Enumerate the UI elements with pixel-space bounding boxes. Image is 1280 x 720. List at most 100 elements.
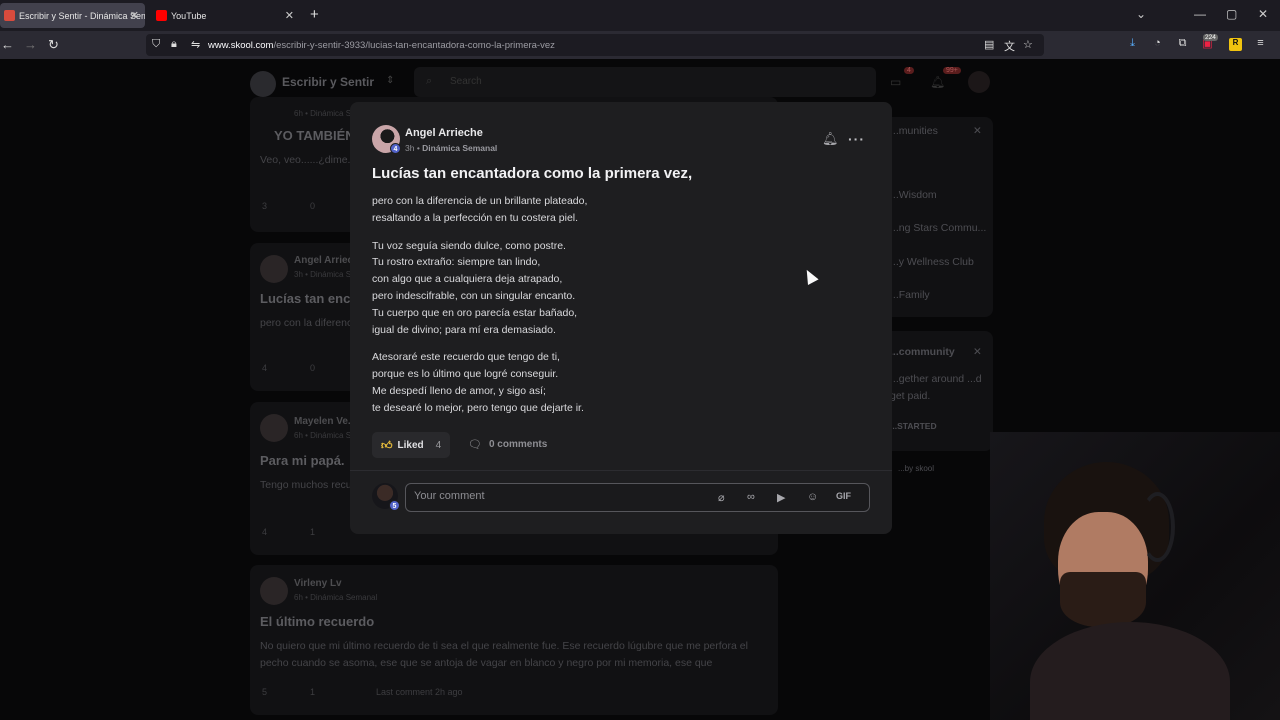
post-meta: 6h • Dinámica Semanal <box>294 593 378 602</box>
post-meta: 3h • Dinámica Semanal <box>405 143 498 153</box>
post-title[interactable]: Para mi papá. <box>260 453 345 468</box>
communities-header: ...munities <box>890 125 938 137</box>
follow-bell-icon[interactable]: 🔔︎ <box>822 131 839 147</box>
post-title[interactable]: El último recuerdo <box>260 614 374 629</box>
browser-nav-bar: ← → ↻ ⛉ 🔒︎ ⇋ www.skool.com/escribir-y-se… <box>0 31 1280 59</box>
commenter-level-badge: 5 <box>389 500 400 511</box>
translate-icon[interactable]: 文 <box>1004 38 1015 54</box>
list-tabs-icon[interactable]: ⌄ <box>1136 7 1146 21</box>
notification-badge: 99+ <box>943 67 961 74</box>
downloads-icon[interactable]: ⤓ <box>1126 37 1139 50</box>
reload-icon[interactable]: ↻ <box>48 37 59 53</box>
comment-box[interactable]: ⌀ ∞ ▶ ☺ GIF <box>405 483 870 512</box>
get-started-button[interactable]: ...STARTED <box>890 421 937 431</box>
new-tab-icon[interactable]: + <box>310 6 319 23</box>
community-item[interactable]: ...Family <box>890 289 930 301</box>
webcam-body <box>1030 622 1230 720</box>
post-comments[interactable]: 1 <box>310 527 315 537</box>
post-modal: 4 Angel Arrieche 3h • Dinámica Semanal 🔔… <box>350 102 892 534</box>
url-text: www.skool.com/escribir-y-sentir-3933/luc… <box>208 40 555 51</box>
post-likes[interactable]: 3 <box>262 201 267 211</box>
notification-bell-icon[interactable]: 🔔︎ <box>930 75 945 89</box>
comments-button[interactable]: 🗨︎ 0 comments <box>468 438 547 451</box>
community-item[interactable]: ...Wisdom <box>890 189 937 201</box>
post-author[interactable]: Mayelen Ve... <box>294 416 356 427</box>
gif-button[interactable]: GIF <box>836 491 851 501</box>
bookmark-star-icon[interactable]: ☆ <box>1023 38 1033 51</box>
headphones-icon <box>1140 492 1175 562</box>
url-bar[interactable]: ⛉ 🔒︎ ⇋ www.skool.com/escribir-y-sentir-3… <box>146 34 1044 56</box>
post-comments[interactable]: 1 <box>310 687 315 697</box>
like-button[interactable]: 👍︎ Liked 4 <box>372 432 451 458</box>
extension-r-icon[interactable]: R <box>1229 38 1242 51</box>
comment-input[interactable] <box>414 490 704 502</box>
stanza: Tu voz seguía siendo dulce, como postre.… <box>372 238 852 339</box>
like-count[interactable]: 4 <box>436 440 442 451</box>
promo-title: ...community <box>890 346 955 358</box>
community-item[interactable]: ...ng Stars Commu... <box>890 222 986 234</box>
youtube-icon[interactable]: ▶ <box>777 491 785 504</box>
poem-line: Atesoraré este recuerdo que tengo de ti, <box>372 351 560 364</box>
post-title: Lucías tan encantadora como la primera v… <box>372 165 693 182</box>
maximize-icon[interactable]: ▢ <box>1226 7 1237 21</box>
post-likes[interactable]: 5 <box>262 687 267 697</box>
menu-icon[interactable]: ≡ <box>1254 37 1267 50</box>
poem-line: pero con la diferencia de un brillante p… <box>372 195 588 207</box>
chat-icon[interactable]: ▭ <box>890 75 901 89</box>
shield-icon[interactable]: ⛉ <box>152 38 160 51</box>
post-likes[interactable]: 4 <box>262 527 267 537</box>
extension-clock-icon[interactable]: ◔ <box>1151 37 1164 50</box>
tab-title: Escribir y Sentir - Dinámica Sem <box>19 10 145 21</box>
forward-icon[interactable]: → <box>24 37 37 52</box>
post-category[interactable]: Dinámica Semanal <box>422 143 497 153</box>
post-body: pero con la diferencia de un brillante p… <box>372 193 852 428</box>
search-icon: ⌕ <box>426 75 433 87</box>
powered-by-skool[interactable]: ...by skool <box>898 464 934 473</box>
like-label: Liked <box>397 439 424 451</box>
poem-line: Tu rostro extraño: siempre tan lindo, <box>372 256 541 269</box>
stanza: Atesoraré este recuerdo que tengo de ti,… <box>372 349 852 416</box>
back-icon[interactable]: ← <box>1 37 14 52</box>
poem-line: pero indescifrable, con un singular enca… <box>372 289 576 302</box>
post-author[interactable]: Virleny Lv <box>294 578 342 589</box>
close-tab-icon[interactable]: ✕ <box>130 9 139 22</box>
poem-line: porque es lo último que logré conseguir. <box>372 368 559 381</box>
tab-youtube[interactable]: YouTube ✕ <box>152 3 300 28</box>
post-author[interactable]: Angel Arrieche <box>405 127 483 139</box>
switch-community-icon[interactable]: ⇕ <box>386 75 394 86</box>
link-icon[interactable]: ∞ <box>747 491 755 503</box>
post-time: 3h <box>405 143 415 153</box>
permissions-icon[interactable]: ⇋ <box>191 38 200 51</box>
search-bar[interactable]: ⌕ Search <box>414 67 876 97</box>
author-avatar <box>260 414 288 442</box>
comment-bubble-icon: 🗨︎ <box>468 439 482 451</box>
poem-line: Tu voz seguía siendo dulce, como postre. <box>372 239 566 252</box>
post-comments[interactable]: 0 <box>310 201 315 211</box>
post-card[interactable]: Virleny Lv 6h • Dinámica Semanal El últi… <box>250 565 778 715</box>
user-avatar[interactable] <box>968 71 990 93</box>
close-icon[interactable]: ✕ <box>973 125 982 137</box>
minimize-icon[interactable]: — <box>1194 7 1206 21</box>
browser-tab-bar: Escribir y Sentir - Dinámica Sem ✕ YouTu… <box>0 0 1280 31</box>
post-likes[interactable]: 4 <box>262 363 267 373</box>
extension-badge-count: 224 <box>1203 34 1218 41</box>
attachment-icon[interactable]: ⌀ <box>718 491 725 504</box>
webcam-overlay <box>990 432 1280 720</box>
lock-icon[interactable]: 🔒︎ <box>171 38 177 51</box>
close-icon[interactable]: ✕ <box>973 346 982 358</box>
site-title[interactable]: Escribir y Sentir <box>282 75 374 89</box>
more-options-icon[interactable]: ··· <box>848 131 865 147</box>
author-avatar <box>260 255 288 283</box>
reader-view-icon[interactable]: ▤ <box>984 38 994 51</box>
extensions-icon[interactable]: ⧉ <box>1176 37 1189 50</box>
poem-line: te desearé lo mejor, pero tengo que deja… <box>372 401 584 414</box>
emoji-icon[interactable]: ☺ <box>807 491 818 503</box>
post-comments[interactable]: 0 <box>310 363 315 373</box>
post-title[interactable]: Lucías tan enc... <box>260 291 361 306</box>
post-title[interactable]: YO TAMBIÉN <box>274 128 355 143</box>
window-close-icon[interactable]: ✕ <box>1258 7 1268 21</box>
close-tab-icon[interactable]: ✕ <box>285 9 294 22</box>
tab-escribir-y-sentir[interactable]: Escribir y Sentir - Dinámica Sem ✕ <box>0 3 145 28</box>
community-item[interactable]: ...y Wellness Club <box>890 256 974 268</box>
search-placeholder: Search <box>450 76 482 87</box>
